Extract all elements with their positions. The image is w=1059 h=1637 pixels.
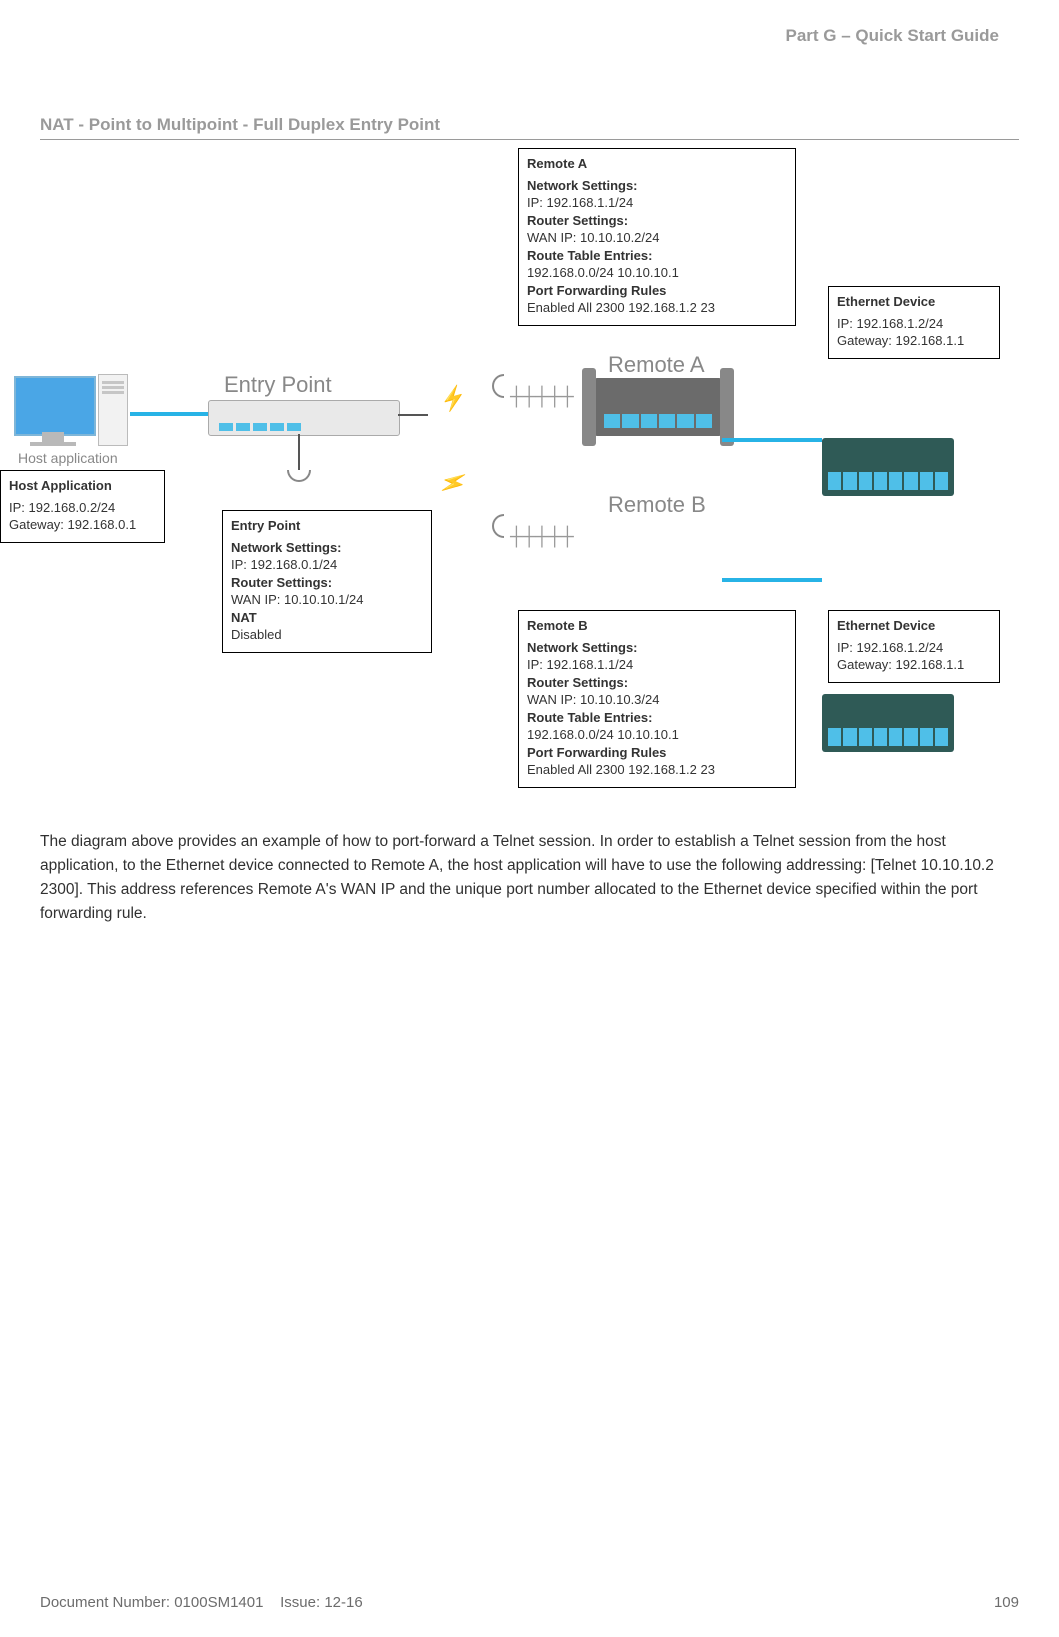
network-ip: IP: 192.168.1.1/24 <box>527 656 787 674</box>
monitor-stand <box>42 432 64 442</box>
wan-ip: WAN IP: 10.10.10.1/24 <box>231 591 423 609</box>
eth-gateway: Gateway: 192.168.1.1 <box>837 656 991 674</box>
box-title: Ethernet Device <box>837 617 991 635</box>
wan-ip: WAN IP: 10.10.10.2/24 <box>527 229 787 247</box>
eth-ip: IP: 192.168.1.2/24 <box>837 639 991 657</box>
ethernet-b-device-icon <box>822 694 954 752</box>
remote-b-label: Remote B <box>608 492 706 518</box>
remote-a-device-icon <box>594 378 722 436</box>
port-fwd-label: Port Forwarding Rules <box>527 744 787 762</box>
port-fwd-value: Enabled All 2300 192.168.1.2 23 <box>527 299 787 317</box>
section-title: NAT - Point to Multipoint - Full Duplex … <box>40 115 1019 140</box>
route-table-label: Route Table Entries: <box>527 247 787 265</box>
cable-remote-a-eth <box>722 438 822 442</box>
host-config-box: Host Application IP: 192.168.0.2/24 Gate… <box>0 470 165 543</box>
network-settings-label: Network Settings: <box>527 177 787 195</box>
route-table-label: Route Table Entries: <box>527 709 787 727</box>
router-settings-label: Router Settings: <box>231 574 423 592</box>
box-title: Host Application <box>9 477 156 495</box>
entry-point-label: Entry Point <box>224 372 332 398</box>
remote-a-antenna-arc <box>492 374 504 398</box>
router-settings-label: Router Settings: <box>527 674 787 692</box>
route-table-value: 192.168.0.0/24 10.10.10.1 <box>527 726 787 744</box>
box-title: Entry Point <box>231 517 423 535</box>
box-title: Remote B <box>527 617 787 635</box>
wan-ip: WAN IP: 10.10.10.3/24 <box>527 691 787 709</box>
box-title: Ethernet Device <box>837 293 991 311</box>
ethernet-a-config-box: Ethernet Device IP: 192.168.1.2/24 Gatew… <box>828 286 1000 359</box>
monitor-icon <box>14 376 96 436</box>
port-fwd-label: Port Forwarding Rules <box>527 282 787 300</box>
page-header: Part G – Quick Start Guide <box>785 26 999 46</box>
ethernet-a-device-icon <box>822 438 954 496</box>
eth-ip: IP: 192.168.1.2/24 <box>837 315 991 333</box>
page-number: 109 <box>994 1594 1019 1611</box>
nat-value: Disabled <box>231 626 423 644</box>
cable-remote-b-eth <box>722 578 822 582</box>
cable-host-ep <box>130 412 214 416</box>
ep-antenna-arc <box>287 470 311 482</box>
doc-number: Document Number: 0100SM1401 <box>40 1594 263 1611</box>
page-footer: Document Number: 0100SM1401 Issue: 12-16… <box>40 1594 1019 1611</box>
issue: Issue: 12-16 <box>280 1594 363 1611</box>
entry-point-config-box: Entry Point Network Settings: IP: 192.16… <box>222 510 432 653</box>
host-app-caption: Host application <box>18 450 118 466</box>
remote-b-antenna-ticks: ┼┼┼┼┼ <box>510 526 574 547</box>
network-ip: IP: 192.168.0.1/24 <box>231 556 423 574</box>
network-settings-label: Network Settings: <box>231 539 423 557</box>
description-paragraph: The diagram above provides an example of… <box>40 830 1019 926</box>
remote-a-config-box: Remote A Network Settings: IP: 192.168.1… <box>518 148 796 326</box>
wireless-link-b-icon: ⚡ <box>436 465 472 500</box>
network-ip: IP: 192.168.1.1/24 <box>527 194 787 212</box>
network-settings-label: Network Settings: <box>527 639 787 657</box>
box-title: Remote A <box>527 155 787 173</box>
host-gateway: Gateway: 192.168.0.1 <box>9 516 156 534</box>
ethernet-b-config-box: Ethernet Device IP: 192.168.1.2/24 Gatew… <box>828 610 1000 683</box>
pc-tower-icon <box>98 374 128 446</box>
remote-a-label: Remote A <box>608 352 705 378</box>
host-ip: IP: 192.168.0.2/24 <box>9 499 156 517</box>
wireless-link-a-icon: ⚡ <box>437 383 470 415</box>
ep-antenna-v <box>298 434 300 470</box>
ep-antenna-h <box>398 414 428 416</box>
eth-gateway: Gateway: 192.168.1.1 <box>837 332 991 350</box>
remote-b-config-box: Remote B Network Settings: IP: 192.168.1… <box>518 610 796 788</box>
entry-point-device-icon <box>208 400 400 436</box>
monitor-base <box>30 442 76 446</box>
router-settings-label: Router Settings: <box>527 212 787 230</box>
nat-label: NAT <box>231 609 423 627</box>
route-table-value: 192.168.0.0/24 10.10.10.1 <box>527 264 787 282</box>
remote-b-antenna-arc <box>492 514 504 538</box>
remote-a-antenna-ticks: ┼┼┼┼┼ <box>510 386 574 407</box>
port-fwd-value: Enabled All 2300 192.168.1.2 23 <box>527 761 787 779</box>
